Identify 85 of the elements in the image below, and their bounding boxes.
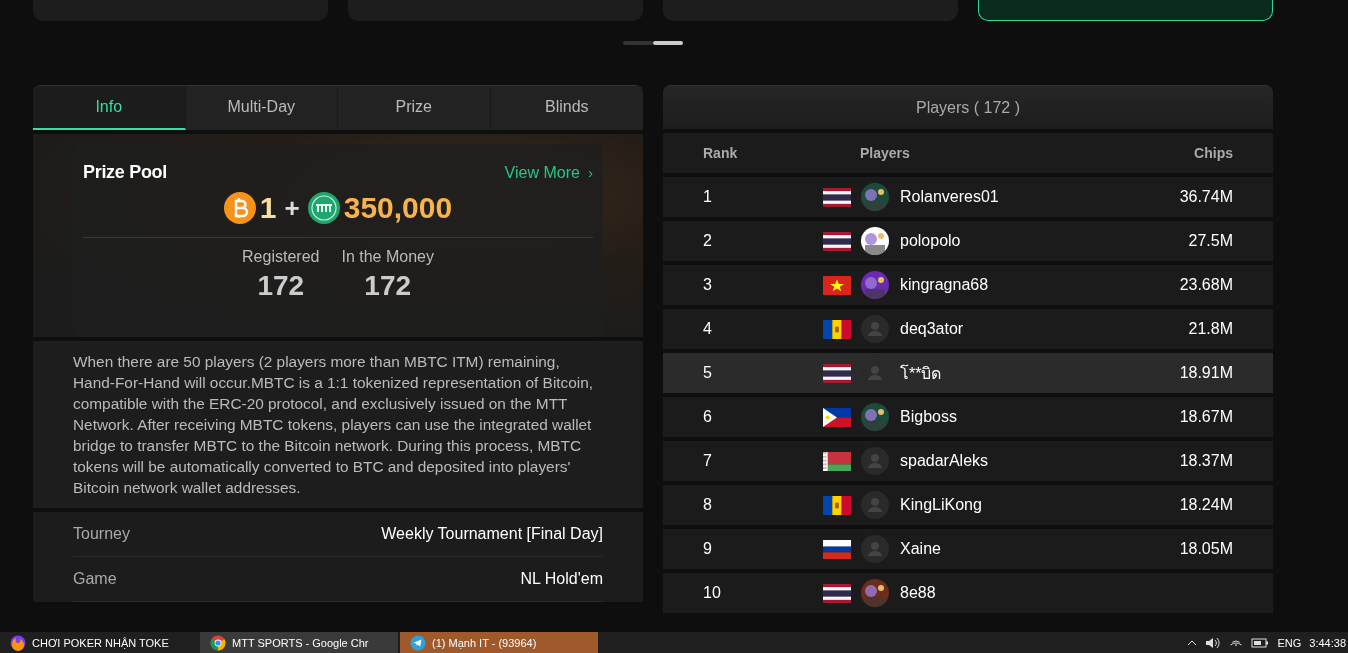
flag-icon <box>823 451 851 471</box>
player-name: kingragna68 <box>900 276 989 294</box>
taskbar-button[interactable]: MTT SPORTS - Google Chr <box>200 632 398 653</box>
stat-value: 172 <box>257 270 305 302</box>
app-icon <box>210 634 226 651</box>
chip-count: 18.67M <box>1178 408 1233 426</box>
rank-number: 4 <box>703 320 713 338</box>
rank-number: 7 <box>703 452 713 470</box>
player-row[interactable]: 5 โ**บิด 18.91M <box>663 353 1273 393</box>
player-name: Bigboss <box>900 408 957 426</box>
flag-icon <box>823 583 851 603</box>
bitcoin-icon <box>223 192 256 224</box>
flag-icon <box>823 231 851 251</box>
chip-count: 18.91M <box>1178 364 1233 382</box>
rank-number: 1 <box>703 188 713 206</box>
chip-count: 27.5M <box>1187 232 1233 250</box>
tab[interactable]: Info <box>33 86 186 130</box>
player-row[interactable]: 1 Rolanveres01 36.74M <box>663 177 1273 217</box>
stat-value: 172 <box>364 270 412 302</box>
column-header: Rank <box>703 145 739 161</box>
battery-icon <box>1251 636 1270 649</box>
rank-number: 2 <box>703 232 713 250</box>
chip-count: 18.05M <box>1178 540 1233 558</box>
chip-count: 18.37M <box>1178 452 1233 470</box>
clock-text[interactable]: 3:44:38 <box>1309 636 1346 649</box>
stat-label: Registered <box>242 248 320 266</box>
app-icon <box>10 634 26 651</box>
player-name: deq3ator <box>900 320 964 338</box>
plus-sign: + <box>284 192 300 224</box>
chip-count: 18.24M <box>1178 496 1233 514</box>
chip-count: 21.8M <box>1187 320 1233 338</box>
player-name: Xaine <box>900 540 941 558</box>
wifi-icon <box>1229 639 1244 646</box>
prize-pool-title: Prize Pool <box>83 162 168 183</box>
player-row[interactable]: 7 spadarAleks 18.37M <box>663 441 1273 481</box>
flag-icon <box>823 319 851 339</box>
player-row[interactable]: 9 Xaine 18.05M <box>663 529 1273 569</box>
avatar-icon <box>861 491 889 519</box>
player-row[interactable]: 6 Bigboss 18.67M <box>663 397 1273 437</box>
app-icon <box>410 634 426 651</box>
rank-number: 6 <box>703 408 713 426</box>
detail-value: NL Hold'em <box>520 570 603 588</box>
coin-icon <box>307 192 340 224</box>
language-indicator[interactable]: ENG <box>1277 636 1302 649</box>
flag-icon <box>823 407 851 427</box>
player-row[interactable]: 3 kingragna68 23.68M <box>663 265 1273 305</box>
detail-label: Game <box>73 570 117 588</box>
panel-title: Players ( 172 ) <box>663 85 1273 129</box>
flag-icon <box>823 363 851 383</box>
flag-icon <box>823 187 851 207</box>
stat-label: In the Money <box>341 248 434 266</box>
prize-amount: 1 <box>259 191 277 225</box>
detail-label: Tourney <box>73 525 130 543</box>
volume-icon <box>1205 635 1222 650</box>
taskbar-button[interactable]: (1) Mạnh IT - (93964) <box>400 632 598 653</box>
rank-number: 3 <box>703 276 713 294</box>
player-row[interactable]: 2 polopolo 27.5M <box>663 221 1273 261</box>
flag-icon <box>823 275 851 295</box>
chip-count: 23.68M <box>1178 276 1233 294</box>
rank-number: 10 <box>703 584 722 602</box>
avatar-icon <box>861 447 889 475</box>
chip-count: 36.74M <box>1178 188 1233 206</box>
player-row[interactable]: 4 deq3ator 21.8M <box>663 309 1273 349</box>
player-name: 8e88 <box>900 584 936 602</box>
rank-number: 8 <box>703 496 713 514</box>
view-more-link[interactable]: View More › <box>504 163 593 182</box>
detail-value: Weekly Tournament [Final Day] <box>381 525 603 543</box>
card[interactable] <box>978 0 1273 21</box>
player-name: KingLiKong <box>900 496 982 514</box>
rank-number: 9 <box>703 540 713 558</box>
rank-number: 5 <box>703 364 713 382</box>
avatar-icon <box>861 535 889 563</box>
player-row[interactable]: 8 KingLiKong 18.24M <box>663 485 1273 525</box>
flag-icon <box>823 495 851 515</box>
column-header: Chips <box>1193 145 1233 161</box>
prize-amount: 350,000 <box>343 191 453 225</box>
player-name: โ**บิด <box>900 363 942 384</box>
flag-icon <box>823 539 851 559</box>
player-name: spadarAleks <box>900 452 989 470</box>
player-name: Rolanveres01 <box>900 188 999 206</box>
avatar-icon <box>861 315 889 343</box>
player-row[interactable]: 10 8e88 <box>663 573 1273 613</box>
player-name: polopolo <box>900 232 961 250</box>
description-text: When there are 50 players (2 players more than MBTC ITM) remaining, Hand-For-Hand will occur.MBTC is a 1:1 tokenized representation of Bitcoin, compatible with the ERC-20 protocol, and exclusively issued on the MTT Network. After receiving MBTC tokens, players can use the integrated wallet bridge to transfer MBTC to the Bitcoin network. During this process, MBTC tokens will be automatically converted to BTC and deposited into players' Bitcoin network wallet addresses. <box>73 352 595 498</box>
column-header: Players <box>859 145 911 161</box>
